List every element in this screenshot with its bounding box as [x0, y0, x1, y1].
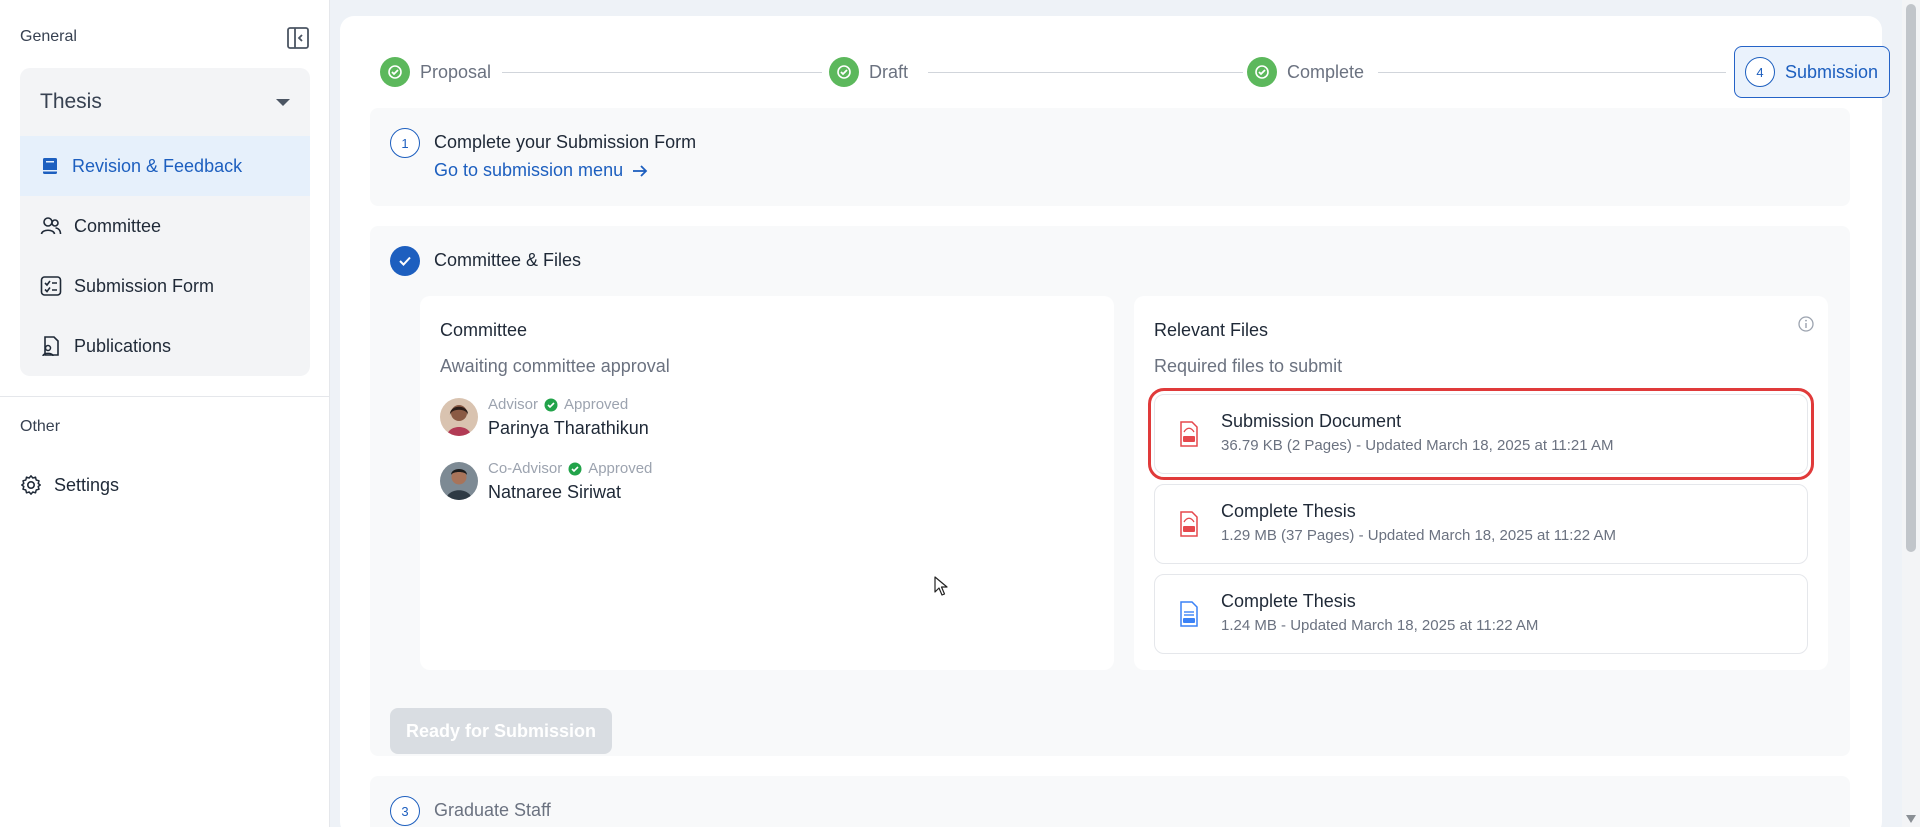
member-role-line: Advisor Approved [488, 396, 628, 413]
graduate-staff-step: 3 Graduate Staff [370, 776, 1850, 827]
info-icon[interactable] [1798, 316, 1814, 337]
step-draft[interactable]: Draft [829, 46, 908, 98]
sidebar: General Thesis Revision & Feedback Commi… [0, 0, 330, 827]
sidebar-item-label: Publications [74, 335, 172, 356]
file-meta: 1.29 MB (37 Pages) - Updated March 18, 2… [1221, 527, 1616, 544]
gear-icon [21, 475, 41, 495]
thesis-group-title: Thesis [40, 90, 102, 113]
scrollbar-thumb[interactable] [1906, 4, 1916, 552]
sidebar-item-label: Revision & Feedback [72, 155, 243, 176]
approval-status: Approved [564, 396, 629, 413]
book-icon [43, 158, 57, 174]
step-number: 1 [390, 128, 420, 158]
thesis-nav-group: Thesis Revision & Feedback Committee Sub… [20, 68, 310, 376]
sidebar-item-label: Submission Form [74, 275, 215, 296]
check-circle-icon [829, 57, 859, 87]
collapse-sidebar-icon[interactable] [286, 26, 310, 50]
files-subtitle: Required files to submit [1154, 356, 1343, 376]
file-name: Complete Thesis [1221, 501, 1356, 521]
checklist-icon [40, 276, 62, 296]
avatar [440, 462, 478, 500]
step-label: Complete [1287, 61, 1365, 82]
member-role: Advisor [488, 396, 539, 413]
go-to-submission-menu-link[interactable]: Go to submission menu [434, 160, 649, 181]
step-title: Graduate Staff [434, 800, 551, 820]
users-icon [40, 217, 62, 235]
committee-panel: Committee Awaiting committee approval Ad… [420, 296, 1114, 670]
step-complete[interactable]: Complete [1247, 46, 1364, 98]
step-title: Committee & Files [434, 250, 582, 270]
member-name: Natnaree Siriwat [488, 482, 622, 502]
check-icon [390, 246, 420, 276]
main-panel: Proposal Draft Complete 4 Submission 1 C… [340, 16, 1890, 827]
file-name: Submission Document [1221, 411, 1402, 431]
sidebar-item-committee[interactable]: Committee [20, 196, 310, 256]
arrow-right-icon [633, 164, 648, 177]
sidebar-divider [0, 396, 330, 397]
mouse-cursor-icon [934, 576, 948, 601]
member-role: Co-Advisor [488, 460, 563, 477]
member-role-line: Co-Advisor Approved [488, 460, 652, 477]
link-label: Go to submission menu [434, 160, 624, 180]
file-item[interactable]: Complete Thesis 1.24 MB - Updated March … [1154, 574, 1808, 654]
files-title: Relevant Files [1154, 320, 1269, 340]
document-user-icon [42, 336, 59, 357]
progress-stepper: Proposal Draft Complete 4 Submission [380, 46, 1890, 98]
step-label: Draft [869, 61, 909, 82]
step-title: Complete your Submission Form [434, 132, 697, 152]
step-connector [502, 72, 822, 73]
step-submission[interactable]: 4 Submission [1734, 46, 1890, 98]
chevron-down-icon [276, 98, 290, 106]
step-proposal[interactable]: Proposal [380, 46, 491, 98]
other-section-label: Other [20, 418, 61, 435]
file-name: Complete Thesis [1221, 591, 1356, 611]
committee-title: Committee [440, 320, 528, 340]
committee-status: Awaiting committee approval [440, 356, 670, 376]
relevant-files-panel: Relevant Files Required files to submit … [1134, 296, 1828, 670]
file-meta: 1.24 MB - Updated March 18, 2025 at 11:2… [1221, 617, 1539, 634]
file-item[interactable]: Submission Document 36.79 KB (2 Pages) -… [1148, 388, 1814, 480]
step-connector [928, 72, 1243, 73]
general-section-label: General [20, 28, 77, 45]
check-circle-icon [380, 57, 410, 87]
sidebar-item-settings[interactable]: Settings [20, 474, 119, 496]
step-label: Proposal [420, 61, 492, 82]
sidebar-item-submission-form[interactable]: Submission Form [20, 256, 310, 316]
step-label: Submission [1785, 61, 1879, 82]
pdf-file-icon [1179, 421, 1199, 452]
file-item[interactable]: Complete Thesis 1.29 MB (37 Pages) - Upd… [1154, 484, 1808, 564]
approved-check-icon [568, 462, 582, 475]
step-number: 4 [1745, 57, 1775, 87]
sidebar-item-publications[interactable]: Publications [20, 316, 310, 376]
member-name: Parinya Tharathikun [488, 418, 649, 438]
submission-form-step: 1 Complete your Submission Form Go to su… [370, 108, 1850, 206]
scroll-down-arrow-icon[interactable] [1906, 815, 1916, 823]
settings-label: Settings [54, 474, 120, 495]
approved-check-icon [544, 398, 558, 411]
sidebar-item-label: Committee [74, 215, 162, 236]
committee-files-step: Committee & Files Committee Awaiting com… [370, 226, 1850, 756]
approval-status: Approved [588, 460, 653, 477]
step-connector [1378, 72, 1726, 73]
sidebar-item-revision-feedback[interactable]: Revision & Feedback [20, 136, 310, 196]
ready-for-submission-button[interactable]: Ready for Submission [390, 708, 612, 754]
page-scrollbar[interactable] [1902, 0, 1920, 827]
step-number: 3 [390, 796, 420, 826]
doc-file-icon [1179, 601, 1199, 632]
file-meta: 36.79 KB (2 Pages) - Updated March 18, 2… [1221, 437, 1614, 454]
avatar [440, 398, 478, 436]
pdf-file-icon [1179, 511, 1199, 542]
thesis-group-header[interactable]: Thesis [20, 68, 310, 136]
check-circle-icon [1247, 57, 1277, 87]
